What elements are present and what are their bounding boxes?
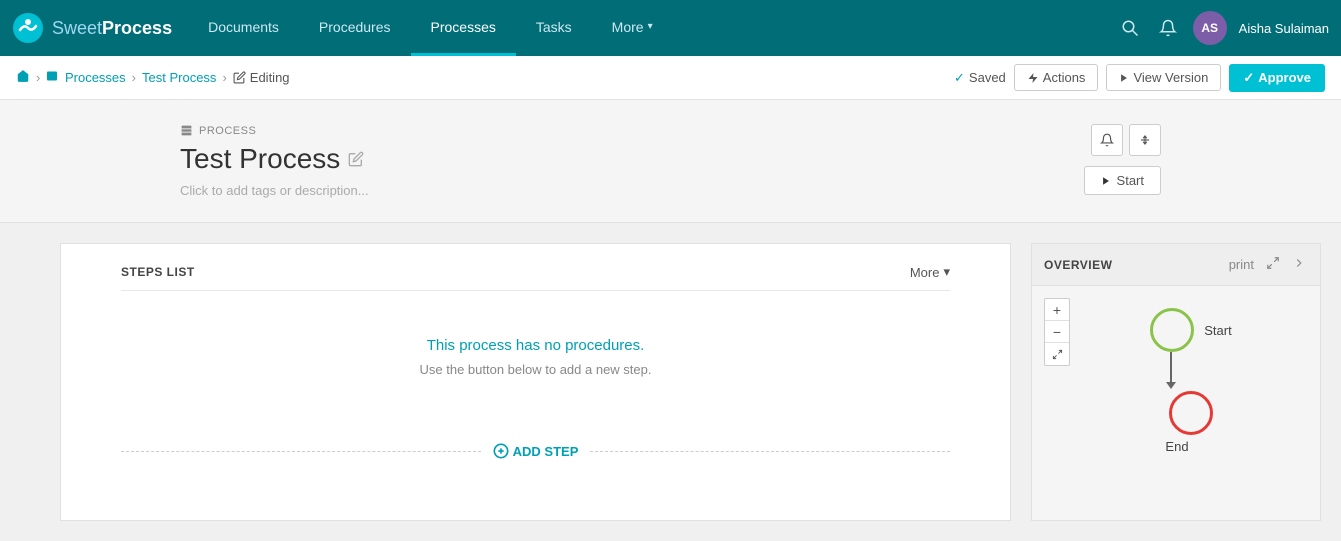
steps-more-button[interactable]: More ▾ xyxy=(910,264,950,280)
zoom-fit-icon xyxy=(1052,349,1063,360)
main-content: STEPS LIST More ▾ This process has no pr… xyxy=(0,223,1341,541)
nav-documents[interactable]: Documents xyxy=(188,0,299,56)
overview-expand-button[interactable] xyxy=(1264,254,1282,275)
overview-arrow-button[interactable] xyxy=(1290,254,1308,275)
process-header-right: Start xyxy=(1084,124,1161,195)
flow-connector xyxy=(1166,352,1176,389)
flow-start-node xyxy=(1150,308,1194,352)
approve-check-icon: ✓ xyxy=(1243,70,1254,86)
user-name[interactable]: Aisha Sulaiman xyxy=(1239,21,1329,36)
breadcrumb-sep-2: › xyxy=(132,70,136,85)
flow-end-row xyxy=(1169,391,1213,435)
flow-arrow-head xyxy=(1166,382,1176,389)
process-title: Test Process xyxy=(180,143,369,175)
flow-start-label: Start xyxy=(1204,323,1231,338)
zoom-fit-button[interactable] xyxy=(1045,343,1069,365)
steps-list-header: STEPS LIST More ▾ xyxy=(121,264,950,291)
nav-more[interactable]: More▾ xyxy=(592,0,673,56)
add-step-button[interactable]: ADD STEP xyxy=(481,439,591,463)
flow-arrow-line xyxy=(1170,352,1172,382)
flow-start-row: Start xyxy=(1150,308,1231,352)
notification-button[interactable] xyxy=(1155,15,1181,41)
breadcrumb: › Processes › Test Process › Editing xyxy=(16,69,290,86)
steps-list-section: STEPS LIST More ▾ This process has no pr… xyxy=(60,243,1011,521)
empty-sub-message: Use the button below to add a new step. xyxy=(141,362,930,377)
steps-list-title: STEPS LIST xyxy=(121,265,195,279)
header-icon-buttons xyxy=(1091,124,1161,156)
edit-icon xyxy=(233,71,246,84)
zoom-in-button[interactable]: + xyxy=(1045,299,1069,321)
breadcrumb-bar: › Processes › Test Process › Editing ✓ S… xyxy=(0,56,1341,100)
nav-processes[interactable]: Processes xyxy=(411,0,516,56)
approve-button[interactable]: ✓ Approve xyxy=(1229,64,1325,92)
add-step-plus-icon xyxy=(493,443,509,459)
search-button[interactable] xyxy=(1117,15,1143,41)
breadcrumb-process-name[interactable]: Test Process xyxy=(142,70,216,85)
zoom-controls: + − xyxy=(1044,298,1070,366)
breadcrumb-actions: ✓ Saved Actions View Version ✓ Approve xyxy=(954,64,1325,92)
flowchart-diagram: Start End xyxy=(1044,298,1308,464)
breadcrumb-home[interactable] xyxy=(16,69,30,86)
overview-title: OVERVIEW xyxy=(1044,258,1112,272)
breadcrumb-editing: Editing xyxy=(233,70,290,85)
view-version-button[interactable]: View Version xyxy=(1106,64,1221,91)
process-header-left: PROCESS Test Process Click to add tags o… xyxy=(180,124,369,198)
overview-section: OVERVIEW print + − xyxy=(1031,243,1321,521)
breadcrumb-sep-1: › xyxy=(36,70,40,85)
notification-settings-button[interactable] xyxy=(1091,124,1123,156)
saved-status: ✓ Saved xyxy=(954,70,1006,86)
process-settings-icon xyxy=(1138,133,1152,147)
start-button[interactable]: Start xyxy=(1084,166,1161,195)
bell-icon xyxy=(1159,19,1177,37)
nav-links: Documents Procedures Processes Tasks Mor… xyxy=(188,0,1117,56)
expand-icon xyxy=(1266,256,1280,270)
overview-action-buttons: print xyxy=(1227,254,1308,275)
nav-right-area: AS Aisha Sulaiman xyxy=(1117,11,1329,45)
process-header: PROCESS Test Process Click to add tags o… xyxy=(0,100,1341,223)
breadcrumb-processes[interactable]: Processes xyxy=(46,70,125,85)
breadcrumb-sep-3: › xyxy=(222,70,226,85)
nav-procedures[interactable]: Procedures xyxy=(299,0,411,56)
home-icon xyxy=(16,69,30,83)
start-play-icon xyxy=(1101,176,1111,186)
nav-tasks[interactable]: Tasks xyxy=(516,0,592,56)
view-version-icon xyxy=(1119,73,1129,83)
flowchart-area: + − Start xyxy=(1032,286,1320,486)
overview-print-button[interactable]: print xyxy=(1227,255,1256,274)
process-settings-button[interactable] xyxy=(1129,124,1161,156)
saved-check-icon: ✓ xyxy=(954,70,965,86)
tag-description-placeholder[interactable]: Click to add tags or description... xyxy=(180,183,369,198)
actions-icon xyxy=(1027,72,1039,84)
title-edit-icon[interactable] xyxy=(348,151,364,167)
overview-header: OVERVIEW print xyxy=(1032,244,1320,286)
flow-end-label: End xyxy=(1165,439,1188,454)
avatar[interactable]: AS xyxy=(1193,11,1227,45)
logo-text: SweetProcess xyxy=(52,18,172,39)
zoom-out-button[interactable]: − xyxy=(1045,321,1069,343)
overview-arrow-icon xyxy=(1292,256,1306,270)
process-type-label: PROCESS xyxy=(180,124,369,137)
more-chevron-icon: ▾ xyxy=(648,21,653,32)
actions-button[interactable]: Actions xyxy=(1014,64,1099,91)
flow-end-node xyxy=(1169,391,1213,435)
processes-icon xyxy=(46,70,58,82)
dashed-line-right xyxy=(590,451,950,452)
top-navigation: SweetProcess Documents Procedures Proces… xyxy=(0,0,1341,56)
search-icon xyxy=(1121,19,1139,37)
add-step-container: ADD STEP xyxy=(121,439,950,463)
empty-state: This process has no procedures. Use the … xyxy=(121,307,950,431)
steps-more-chevron-icon: ▾ xyxy=(943,264,950,280)
dashed-line-left xyxy=(121,451,481,452)
process-type-icon xyxy=(180,124,193,137)
logo[interactable]: SweetProcess xyxy=(12,12,172,44)
empty-main-message: This process has no procedures. xyxy=(141,337,930,354)
logo-icon xyxy=(12,12,44,44)
bell-settings-icon xyxy=(1100,133,1114,147)
